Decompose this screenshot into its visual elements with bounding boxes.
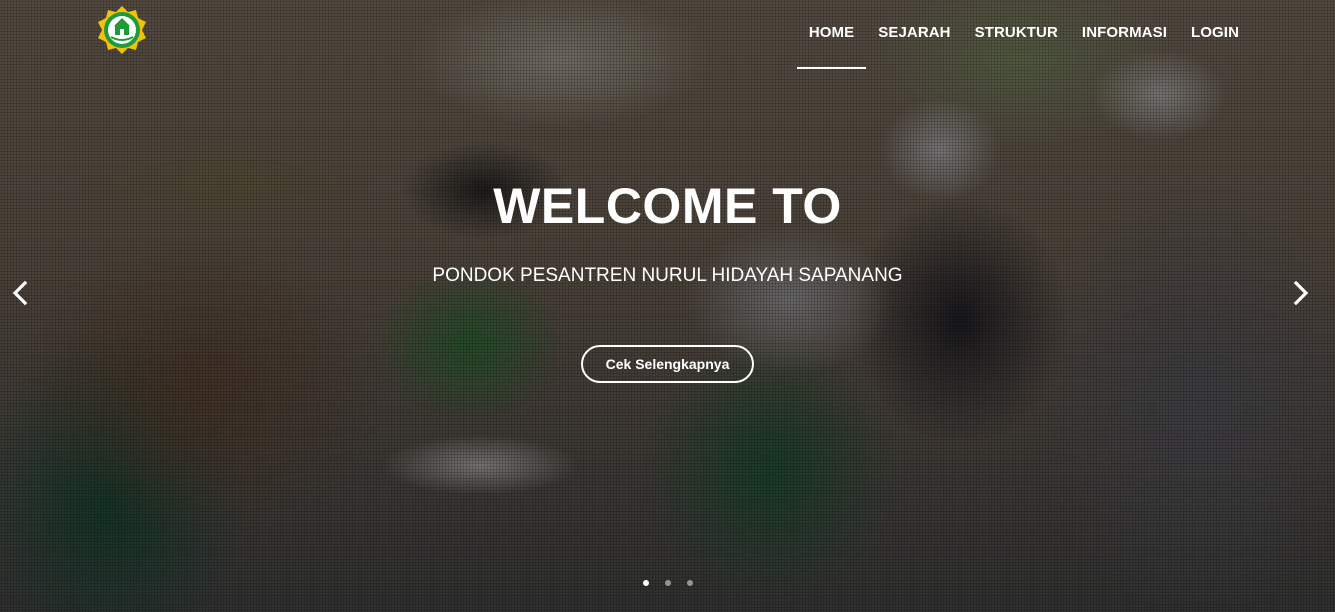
carousel-indicators (0, 580, 1335, 586)
carousel-dot-1[interactable] (642, 580, 649, 586)
carousel-prev-button[interactable] (6, 278, 34, 308)
logo[interactable] (96, 4, 148, 56)
nav-item-home[interactable]: HOME (796, 24, 867, 70)
carousel-dot-3[interactable] (686, 580, 693, 586)
nav-item-struktur[interactable]: STRUKTUR (963, 24, 1070, 70)
hero-title: WELCOME TO (493, 178, 842, 234)
nav-menu: HOME SEJARAH STRUKTUR INFORMASI LOGIN (796, 24, 1251, 70)
read-more-button[interactable]: Cek Selengkapnya (580, 345, 755, 383)
nav-item-informasi[interactable]: INFORMASI (1070, 24, 1179, 70)
logo-emblem-icon (98, 6, 146, 54)
navbar: HOME SEJARAH STRUKTUR INFORMASI LOGIN (0, 0, 1335, 70)
carousel-dot-2[interactable] (664, 580, 671, 586)
hero-carousel: HOME SEJARAH STRUKTUR INFORMASI LOGIN WE… (0, 0, 1335, 612)
hero-subtitle: PONDOK PESANTREN NURUL HIDAYAH SAPANANG (432, 265, 903, 286)
hero-content: WELCOME TO PONDOK PESANTREN NURUL HIDAYA… (0, 176, 1335, 383)
nav-item-sejarah[interactable]: SEJARAH (866, 24, 962, 70)
nav-item-login[interactable]: LOGIN (1179, 24, 1251, 70)
chevron-left-icon (12, 280, 28, 306)
chevron-right-icon (1293, 280, 1309, 306)
carousel-next-button[interactable] (1287, 278, 1315, 308)
